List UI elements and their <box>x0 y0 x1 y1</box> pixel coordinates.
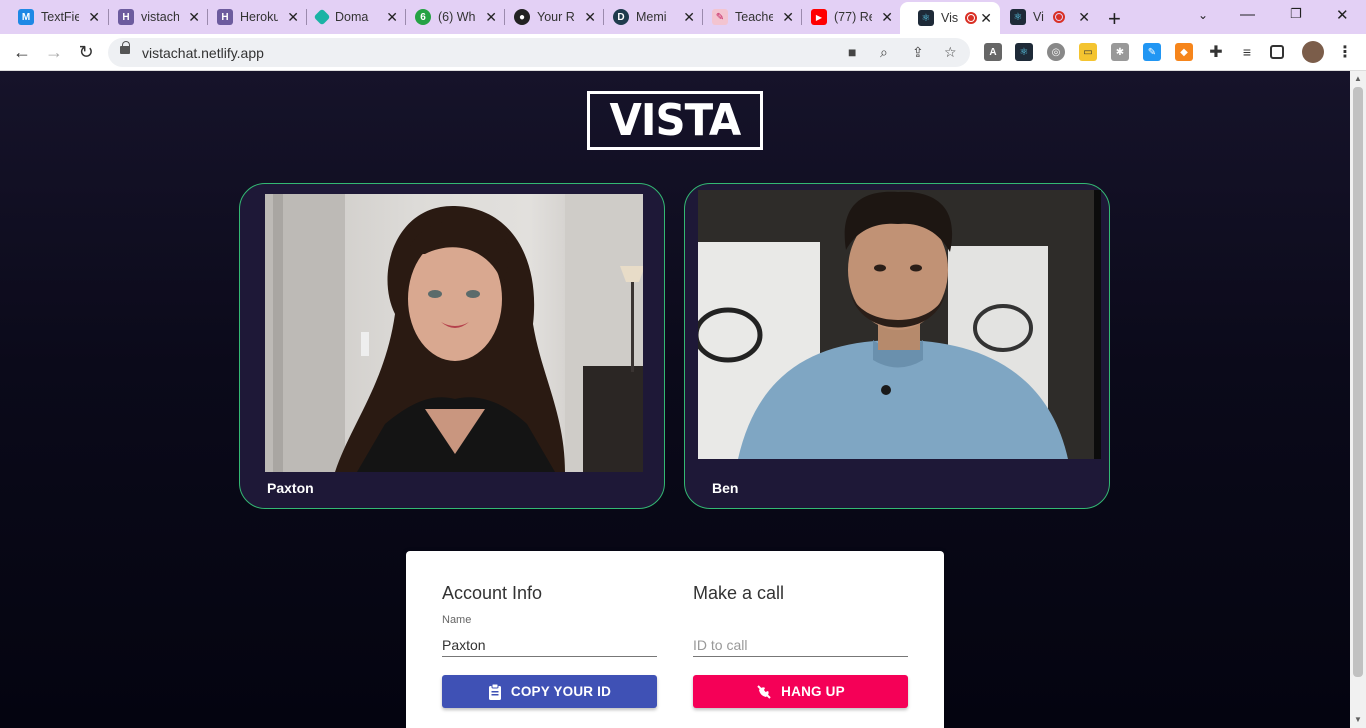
tab-title: Teache <box>735 10 773 24</box>
tab-title: Heroku <box>240 10 278 24</box>
tab-11[interactable]: ⚛ Vi ✕ <box>992 4 1098 30</box>
video-card-local: Paxton <box>239 183 665 509</box>
tab-active[interactable]: ⚛ Vis ✕ <box>900 2 1000 34</box>
avatar[interactable] <box>1302 41 1324 63</box>
bug-icon[interactable]: ✱ <box>1111 43 1129 61</box>
memrise-icon: D <box>613 9 629 25</box>
bookmark-star-icon[interactable]: ☆ <box>944 44 957 61</box>
browser-tab-strip: M TextFie ✕ H vistach ✕ H Heroku ✕ Doma … <box>0 0 1366 34</box>
media-control-icon[interactable]: ≡ <box>1238 43 1256 61</box>
scroll-down-icon[interactable]: ▼ <box>1354 715 1362 724</box>
react-icon: ⚛ <box>918 10 934 26</box>
tab-7[interactable]: D Memi ✕ <box>595 4 703 30</box>
account-info-title: Account Info <box>442 583 543 603</box>
restore-icon[interactable]: ❐ <box>1290 6 1302 22</box>
pencil-icon: ✎ <box>712 9 728 25</box>
tab-1[interactable]: M TextFie ✕ <box>0 4 108 30</box>
address-bar[interactable]: vistachat.netlify.app ■ ⌕ ⇪ ☆ <box>108 38 970 67</box>
puzzle-icon[interactable]: ✚ <box>1207 43 1225 61</box>
id-to-call-input[interactable] <box>693 633 908 657</box>
side-panel-icon[interactable] <box>1270 45 1284 59</box>
whatsapp-icon: 6 <box>415 9 431 25</box>
extension-icon[interactable]: ▭ <box>1079 43 1097 61</box>
tab-4[interactable]: Doma ✕ <box>298 4 406 30</box>
name-field-label: Name <box>442 614 472 626</box>
extension-icon[interactable]: ◎ <box>1047 43 1065 61</box>
clipboard-icon <box>488 683 501 700</box>
tab-title: TextFie <box>41 10 79 24</box>
video-feed-paxton <box>265 194 643 472</box>
tab-2[interactable]: H vistach ✕ <box>100 4 208 30</box>
color-picker-icon[interactable]: ✎ <box>1143 43 1161 61</box>
heroku-icon: H <box>118 9 134 25</box>
close-icon[interactable]: ✕ <box>88 9 100 26</box>
tab-9[interactable]: ▶ (77) Re ✕ <box>793 4 901 30</box>
tab-title: (77) Re <box>834 10 872 24</box>
vista-logo: VISTA <box>587 91 763 150</box>
scrollbar-thumb[interactable] <box>1353 87 1363 677</box>
tab-6[interactable]: ● Your R ✕ <box>496 4 604 30</box>
video-frame <box>265 194 643 472</box>
name-input[interactable] <box>442 633 657 657</box>
heroku-icon: H <box>217 9 233 25</box>
recording-icon <box>1053 11 1065 23</box>
react-devtools-icon[interactable]: ⚛ <box>1015 43 1033 61</box>
react-icon: ⚛ <box>1010 9 1026 25</box>
close-icon[interactable]: ✕ <box>1078 9 1090 26</box>
video-card-remote: Ben <box>684 183 1110 509</box>
domain-icon <box>313 8 331 26</box>
phone-disabled-icon <box>757 684 771 699</box>
participant-name: Paxton <box>267 480 314 496</box>
app-page: VISTA Paxton Ben Account Info Make a cal… <box>0 71 1350 728</box>
tab-3[interactable]: H Heroku ✕ <box>199 4 307 30</box>
lock-icon <box>120 41 130 54</box>
camera-icon[interactable]: ■ <box>848 44 856 60</box>
tab-title: Vi <box>1033 10 1044 24</box>
zoom-icon[interactable]: ⌕ <box>880 44 888 61</box>
browser-toolbar: ← → ↻ vistachat.netlify.app ■ ⌕ ⇪ ☆ A ⚛ … <box>0 34 1366 71</box>
copy-id-label: COPY YOUR ID <box>510 684 612 699</box>
url-text: vistachat.netlify.app <box>142 45 264 61</box>
tab-title: (6) Wh <box>438 10 476 24</box>
minimize-icon[interactable]: — <box>1240 6 1255 23</box>
new-tab-icon[interactable]: + <box>1108 6 1121 32</box>
copy-id-button[interactable]: COPY YOUR ID <box>442 675 657 708</box>
tab-title: Doma <box>335 10 369 24</box>
tab-5[interactable]: 6 (6) Wh ✕ <box>397 4 505 30</box>
participant-name: Ben <box>712 480 739 496</box>
youtube-icon: ▶ <box>811 9 827 25</box>
video-frame <box>698 190 1101 459</box>
back-icon[interactable]: ← <box>10 40 34 64</box>
metamask-icon[interactable]: ◆ <box>1175 43 1193 61</box>
scroll-up-icon[interactable]: ▲ <box>1354 74 1362 83</box>
window-close-icon[interactable]: ✕ <box>1336 6 1349 24</box>
mui-icon: M <box>18 9 34 25</box>
page-scrollbar[interactable]: ▲ ▼ <box>1350 71 1366 728</box>
close-icon[interactable]: ✕ <box>980 10 992 27</box>
github-icon: ● <box>514 9 530 25</box>
call-controls-panel: Account Info Make a call Name COPY YOUR … <box>406 551 944 728</box>
font-extension-icon[interactable]: A <box>984 43 1002 61</box>
tab-8[interactable]: ✎ Teache ✕ <box>694 4 802 30</box>
share-icon[interactable]: ⇪ <box>912 44 924 61</box>
make-call-title: Make a call <box>693 583 785 603</box>
reload-icon[interactable]: ↻ <box>74 40 98 64</box>
tab-title: Memi <box>636 10 667 24</box>
tab-title: Vis <box>941 11 959 25</box>
logo-text: VISTA <box>609 95 742 146</box>
hang-up-button[interactable]: HANG UP <box>693 675 908 708</box>
tab-search-icon[interactable]: ⌄ <box>1198 8 1208 22</box>
menu-icon[interactable]: ⋮ <box>1336 43 1354 61</box>
hang-up-label: HANG UP <box>781 684 845 699</box>
forward-icon[interactable]: → <box>42 40 66 64</box>
tab-title: Your R <box>537 10 575 24</box>
video-feed-ben <box>698 190 1101 459</box>
recording-icon <box>965 12 977 24</box>
close-icon[interactable]: ✕ <box>881 9 893 26</box>
tab-title: vistach <box>141 10 179 24</box>
